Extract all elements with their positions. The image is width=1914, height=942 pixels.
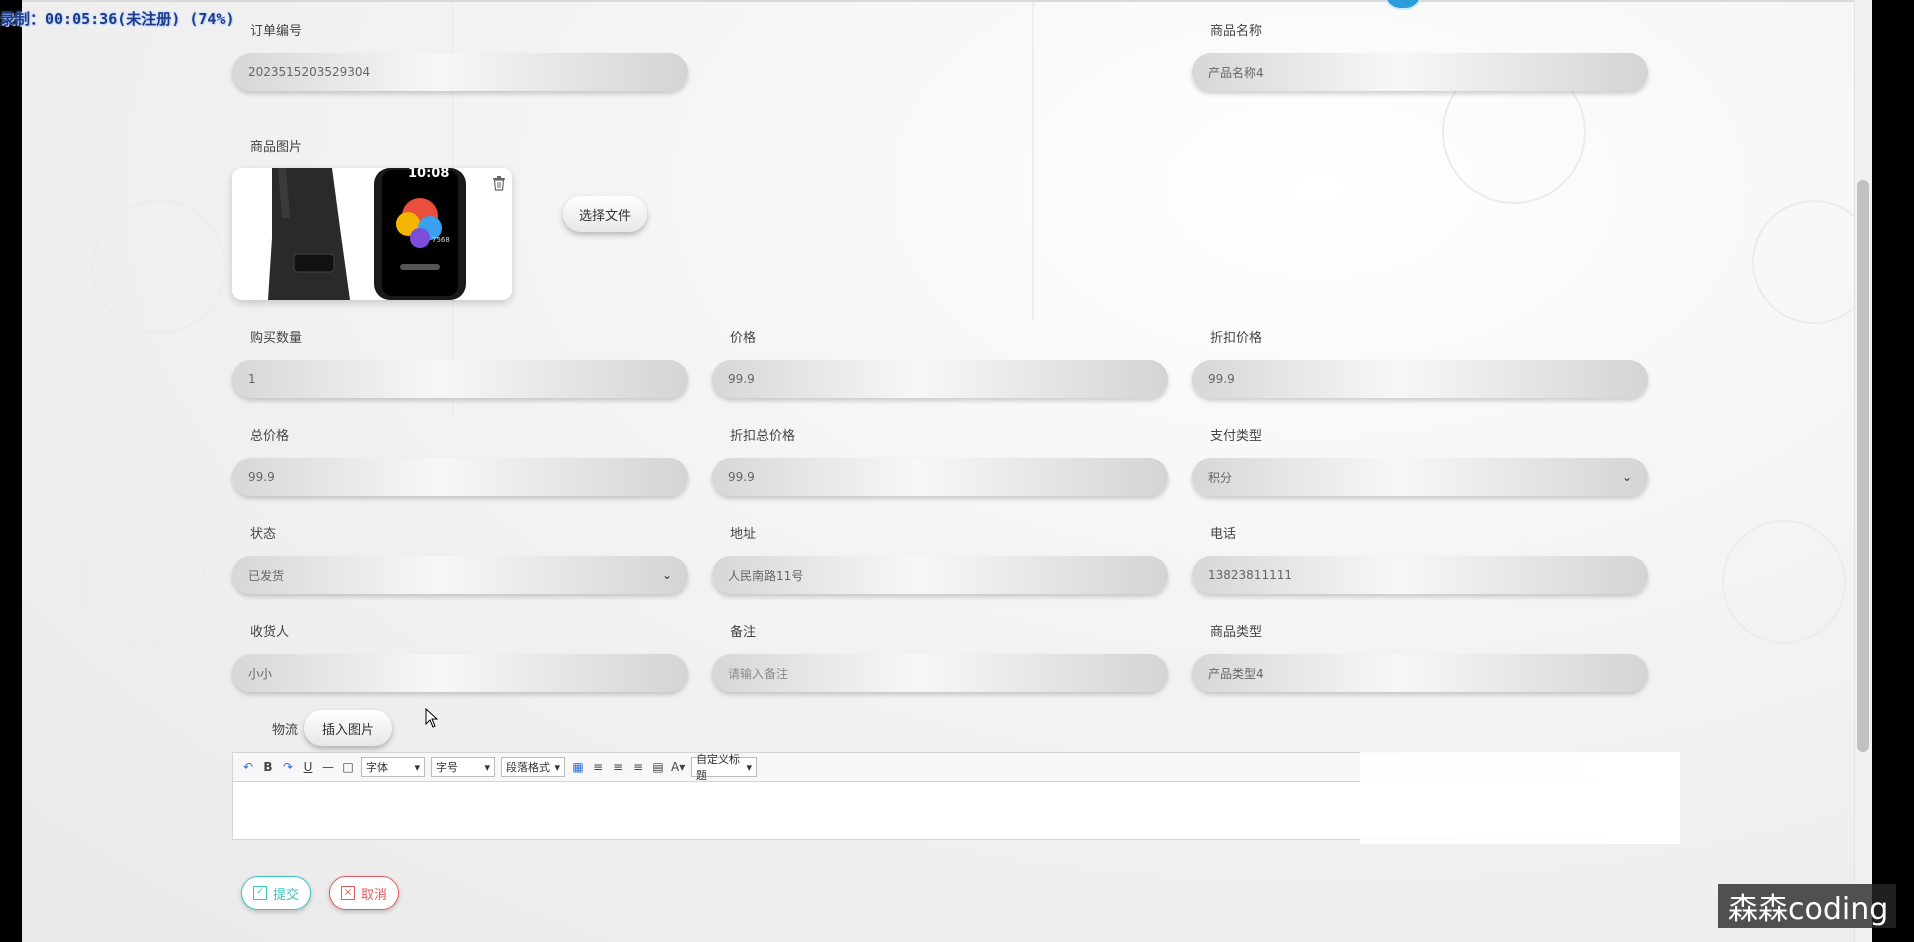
product-name-field[interactable]: 产品名称4 bbox=[1192, 53, 1648, 91]
align-justify-icon[interactable]: ▤ bbox=[651, 760, 665, 774]
scrollbar-thumb[interactable] bbox=[1857, 180, 1869, 752]
chevron-down-icon: ⌄ bbox=[661, 568, 672, 582]
product-image-label: 商品图片 bbox=[250, 140, 303, 155]
form-page: 订单编号 2023515203529304 商品名称 产品名称4 商品图片 10… bbox=[22, 0, 1876, 942]
receiver-label: 收货人 bbox=[250, 625, 290, 640]
quantity-value: 1 bbox=[248, 372, 256, 386]
order-no-value: 2023515203529304 bbox=[248, 65, 371, 79]
product-type-field[interactable]: 产品类型4 bbox=[1192, 654, 1648, 692]
chevron-down-icon: ⌄ bbox=[1621, 470, 1632, 484]
horizontal-rule-icon[interactable]: — bbox=[321, 760, 335, 774]
watch-time-text: 10:08 bbox=[408, 168, 450, 181]
discount-total-value: 99.9 bbox=[728, 470, 755, 484]
recording-indicator: 录制：00:05:36(未注册) (74%) bbox=[0, 10, 235, 28]
dropdown-arrow-icon: ▾ bbox=[414, 760, 420, 774]
align-center-icon[interactable]: ≡ bbox=[631, 760, 645, 774]
dropdown-arrow-icon: ▾ bbox=[484, 760, 490, 774]
product-image-preview: 10:08 7568 bbox=[232, 168, 512, 300]
font-select[interactable]: 字体 ▾ bbox=[361, 757, 425, 777]
phone-field[interactable]: 13823811111 bbox=[1192, 556, 1648, 594]
discount-total-label: 折扣总价格 bbox=[730, 429, 796, 444]
paragraph-select-label: 段落格式 bbox=[506, 761, 550, 774]
remark-label: 备注 bbox=[730, 625, 757, 640]
watch-band-image bbox=[232, 168, 512, 300]
pay-type-select[interactable]: 积分 ⌄ bbox=[1192, 458, 1648, 496]
price-label: 价格 bbox=[730, 331, 757, 346]
underline-button[interactable]: U bbox=[301, 760, 315, 774]
discount-total-field[interactable]: 99.9 bbox=[712, 458, 1168, 496]
custom-title-select[interactable]: 自定义标题 ▾ bbox=[691, 753, 757, 782]
check-square-icon: ✓ bbox=[252, 886, 267, 900]
price-value: 99.9 bbox=[728, 372, 755, 386]
phone-label: 电话 bbox=[1210, 527, 1237, 542]
product-name-value: 产品名称4 bbox=[1208, 65, 1264, 80]
top-border bbox=[22, 0, 1876, 2]
font-color-label: A bbox=[671, 760, 680, 774]
dropdown-arrow-icon: ▾ bbox=[554, 760, 560, 774]
font-select-label: 字体 bbox=[366, 761, 388, 774]
address-field[interactable]: 人民南路11号 bbox=[712, 556, 1168, 594]
mouse-cursor-icon bbox=[425, 708, 439, 728]
choose-file-label: 选择文件 bbox=[578, 208, 631, 224]
total-price-field[interactable]: 99.9 bbox=[232, 458, 688, 496]
status-value: 已发货 bbox=[248, 568, 285, 583]
discount-price-field[interactable]: 99.9 bbox=[1192, 360, 1648, 398]
bg-line bbox=[1032, 0, 1034, 320]
close-square-icon: × bbox=[340, 886, 355, 900]
submit-button[interactable]: ✓ 提交 bbox=[241, 876, 311, 910]
bg-lock-deco bbox=[82, 520, 206, 644]
bg-robot-deco bbox=[92, 200, 226, 334]
receiver-field[interactable]: 小小 bbox=[232, 654, 688, 692]
font-color-button[interactable]: A▾ bbox=[671, 760, 685, 774]
cancel-button[interactable]: × 取消 bbox=[329, 876, 399, 910]
address-value: 人民南路11号 bbox=[728, 568, 804, 583]
size-select[interactable]: 字号 ▾ bbox=[431, 757, 495, 777]
size-select-label: 字号 bbox=[436, 761, 458, 774]
custom-title-label: 自定义标题 bbox=[696, 753, 740, 782]
order-no-field[interactable]: 2023515203529304 bbox=[232, 53, 688, 91]
dropdown-arrow-icon: ▾ bbox=[746, 760, 752, 774]
address-label: 地址 bbox=[730, 527, 757, 542]
trash-icon[interactable] bbox=[492, 175, 506, 191]
receiver-value: 小小 bbox=[248, 666, 273, 681]
editor-fade-overlay bbox=[1360, 752, 1680, 844]
pay-type-value: 积分 bbox=[1208, 470, 1233, 485]
watch-steps-text: 7568 bbox=[432, 236, 450, 244]
quantity-label: 购买数量 bbox=[250, 331, 303, 346]
cancel-label: 取消 bbox=[360, 887, 387, 903]
product-name-label: 商品名称 bbox=[1210, 24, 1263, 39]
total-price-label: 总价格 bbox=[250, 429, 290, 444]
logistics-label: 物流 bbox=[272, 723, 299, 738]
discount-price-value: 99.9 bbox=[1208, 372, 1235, 386]
align-left-icon[interactable]: ≡ bbox=[591, 760, 605, 774]
remark-placeholder: 请输入备注 bbox=[728, 666, 789, 681]
phone-value: 13823811111 bbox=[1208, 568, 1292, 582]
bg-lock2-deco bbox=[1722, 520, 1846, 644]
insert-image-button[interactable]: 插入图片 bbox=[304, 710, 392, 746]
status-label: 状态 bbox=[250, 527, 277, 542]
status-select[interactable]: 已发货 ⌄ bbox=[232, 556, 688, 594]
table-icon[interactable]: ▦ bbox=[571, 760, 585, 774]
quantity-field[interactable]: 1 bbox=[232, 360, 688, 398]
remark-field[interactable]: 请输入备注 bbox=[712, 654, 1168, 692]
redo-icon[interactable]: ↷ bbox=[281, 760, 295, 774]
undo-icon[interactable]: ↶ bbox=[241, 760, 255, 774]
screen-edge bbox=[1872, 0, 1914, 942]
discount-price-label: 折扣价格 bbox=[1210, 331, 1263, 346]
pay-type-label: 支付类型 bbox=[1210, 429, 1263, 444]
order-no-label: 订单编号 bbox=[250, 24, 303, 39]
insert-image-label: 插入图片 bbox=[321, 722, 374, 738]
total-price-value: 99.9 bbox=[248, 470, 275, 484]
choose-file-button[interactable]: 选择文件 bbox=[563, 196, 647, 232]
paragraph-select[interactable]: 段落格式 ▾ bbox=[501, 757, 565, 777]
scroll-top-indicator[interactable] bbox=[1383, 0, 1423, 10]
submit-label: 提交 bbox=[272, 887, 299, 903]
product-type-label: 商品类型 bbox=[1210, 625, 1263, 640]
align-right-icon[interactable]: ≡ bbox=[611, 760, 625, 774]
product-type-value: 产品类型4 bbox=[1208, 666, 1264, 681]
bold-button[interactable]: B bbox=[261, 760, 275, 774]
paste-icon[interactable]: □ bbox=[341, 760, 355, 774]
price-field[interactable]: 99.9 bbox=[712, 360, 1168, 398]
watermark: 森森coding bbox=[1718, 884, 1896, 928]
